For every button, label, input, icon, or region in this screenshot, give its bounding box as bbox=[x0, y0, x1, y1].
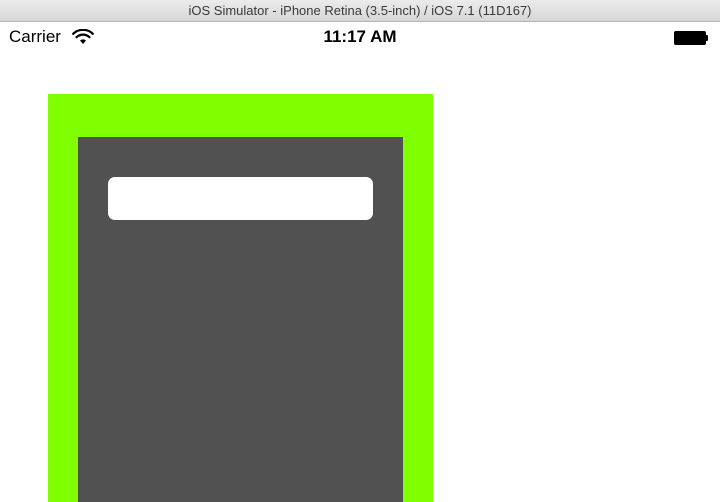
battery-icon bbox=[674, 31, 708, 45]
window-title: iOS Simulator - iPhone Retina (3.5-inch)… bbox=[188, 3, 532, 18]
window-titlebar: iOS Simulator - iPhone Retina (3.5-inch)… bbox=[0, 0, 720, 22]
battery-body bbox=[674, 31, 706, 45]
battery-tip bbox=[706, 35, 708, 41]
ios-status-bar: Carrier 11:17 AM bbox=[0, 22, 720, 56]
simulator-window: iOS Simulator - iPhone Retina (3.5-inch)… bbox=[0, 0, 720, 502]
status-time: 11:17 AM bbox=[323, 27, 397, 46]
text-input-field[interactable] bbox=[108, 177, 373, 220]
